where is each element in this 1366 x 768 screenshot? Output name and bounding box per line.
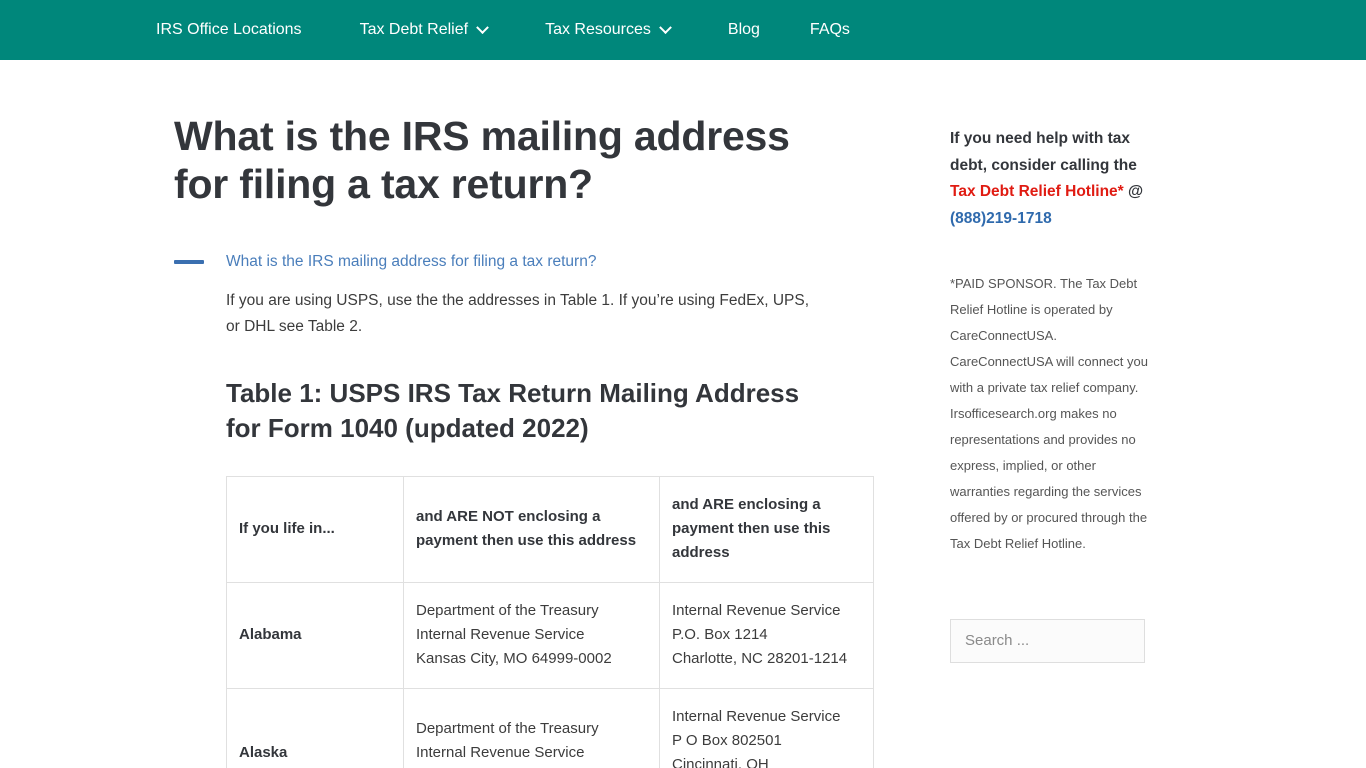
intro-paragraph: If you are using USPS, use the the addre… — [226, 292, 810, 335]
nav-item-label: IRS Office Locations — [156, 21, 302, 38]
table-header: If you life in... and ARE NOT enclosing … — [226, 475, 874, 583]
chevron-down-icon — [659, 20, 672, 34]
table-of-contents: What is the IRS mailing address for fili… — [174, 251, 826, 273]
hotline-label: Tax Debt Relief Hotline* — [950, 183, 1124, 201]
search-widget — [950, 618, 1366, 663]
nav-item-label: Tax Debt Relief — [359, 21, 469, 38]
table-header-row: If you life in... and ARE NOT enclosing … — [226, 475, 874, 583]
callout-lead-text: If you need help with tax debt, consider… — [950, 130, 1137, 174]
main-content: What is the IRS mailing address for fili… — [0, 112, 874, 768]
nav-item-label: Tax Resources — [545, 21, 651, 38]
nav-item-faqs[interactable]: FAQs — [810, 22, 850, 38]
paid-sponsor-disclaimer: *PAID SPONSOR. The Tax Debt Relief Hotli… — [950, 275, 1148, 551]
column-header-state: If you life in... — [226, 475, 404, 583]
address-line: Kansas City, MO 64999-0002 — [416, 650, 612, 668]
chevron-down-icon — [476, 20, 489, 34]
nav-item-label: Blog — [727, 21, 760, 38]
search-input[interactable] — [950, 618, 1145, 663]
toc-link[interactable]: What is the IRS mailing address for fili… — [226, 251, 596, 273]
cell-no-payment-address: Department of the Treasury Internal Reve… — [403, 581, 660, 689]
nav-item-irs-office-locations[interactable]: IRS Office Locations — [156, 22, 302, 38]
address-line: Internal Revenue Service — [416, 743, 585, 761]
callout-at-symbol: @ — [1123, 183, 1144, 201]
page-body: What is the IRS mailing address for fili… — [0, 60, 1366, 768]
top-navigation-bar: IRS Office Locations Tax Debt Relief Tax… — [0, 0, 1366, 60]
table-row: Alaska Department of the Treasury Intern… — [226, 687, 874, 768]
nav-item-label: FAQs — [809, 21, 850, 38]
cell-state: Alaska — [226, 687, 404, 768]
address-line: Department of the Treasury — [416, 601, 599, 619]
page-title: What is the IRS mailing address for fili… — [174, 113, 790, 208]
nav-item-blog[interactable]: Blog — [728, 22, 760, 38]
collapse-dash-icon[interactable] — [174, 259, 204, 264]
nav-item-tax-resources[interactable]: Tax Resources — [545, 20, 672, 38]
mailing-address-table: If you life in... and ARE NOT enclosing … — [226, 475, 874, 768]
address-line: Department of the Treasury — [416, 719, 599, 737]
table-heading: Table 1: USPS IRS Tax Return Mailing Add… — [226, 377, 800, 443]
cell-state: Alabama — [226, 581, 404, 689]
cell-no-payment-address: Department of the Treasury Internal Reve… — [403, 687, 660, 768]
address-line: Internal Revenue Service — [416, 625, 585, 643]
sidebar: If you need help with tax debt, consider… — [826, 112, 1366, 768]
table-body: Alabama Department of the Treasury Inter… — [226, 581, 874, 768]
nav-item-tax-debt-relief[interactable]: Tax Debt Relief — [359, 20, 489, 38]
tax-debt-callout: If you need help with tax debt, consider… — [950, 126, 1150, 233]
table-row: Alabama Department of the Treasury Inter… — [226, 581, 874, 689]
phone-number-link[interactable]: (888)219-1718 — [950, 210, 1052, 227]
column-header-no-payment: and ARE NOT enclosing a payment then use… — [403, 475, 660, 583]
